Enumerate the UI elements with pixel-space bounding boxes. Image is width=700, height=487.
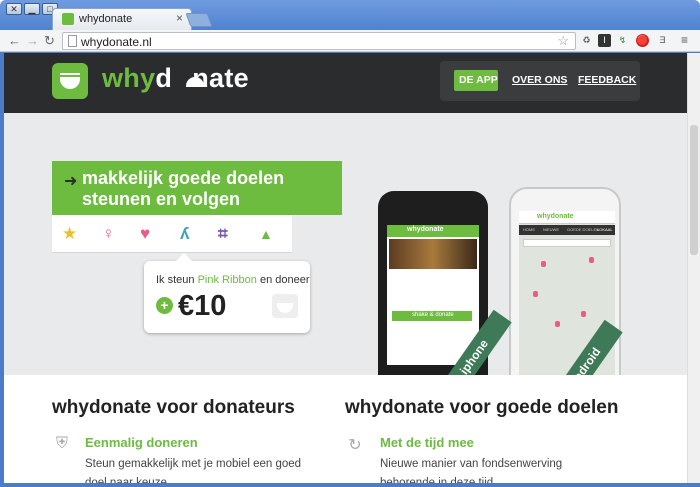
minimize-window-button[interactable]: ▁ [24,3,40,15]
android-tab-goede-doelen: GOEDE DOELEN [567,227,600,232]
star-icon: ★ [62,224,78,243]
menu-icon[interactable]: ≡ [678,34,691,47]
url-text: whydonate.nl [81,35,152,49]
android-app-title: whydonate [537,213,574,220]
tree-icon: ▲ [259,226,273,242]
donation-prefix: Ik steun [156,274,198,286]
arrow-right-icon: ➜ [64,173,78,190]
nav-item-over-ons[interactable]: OVER ONS [512,74,567,86]
frame-icon: ⌗ [218,224,228,243]
reload-icon[interactable]: ↻ [44,33,55,49]
giraffe-icon: ʎ [180,224,190,243]
feature-title-tijd: Met de tijd mee [380,435,474,450]
close-window-button[interactable]: ✕ [6,3,22,15]
logo-nate: nate [192,63,249,93]
map-pin-icon [555,321,560,327]
nav-item-feedback[interactable]: FEEDBACK [578,74,636,86]
heart-icon: ♥ [140,224,151,243]
person-icon: ♀ [102,224,115,243]
map-pin-icon [533,291,538,297]
map-pin-icon [581,311,586,317]
shake-donate-button: shake & donate [412,312,454,318]
feature-text-tijd: Nieuwe manier van fondsenwerving behoren… [380,458,563,483]
donation-bubble: Ik steun Pink Ribbon en doneer + €10 [144,253,310,333]
android-search [523,239,611,247]
whydonate-mini-icon [272,294,298,318]
donation-amount: €10 [178,290,227,322]
back-icon[interactable]: ← [8,33,21,48]
android-tab-home: HOME [523,227,535,232]
title-bar: ✕ ▁ □ whydonate × [0,0,700,30]
hero-headline-1: makkelijk goede doelen [82,168,285,188]
android-tabs: HOME NIEUWE GOEDE DOELEN LOKAAL [519,225,615,235]
scrollbar-thumb[interactable] [690,125,698,255]
shield-plus-icon: ⛨ [55,435,68,452]
nav-item-de-app[interactable]: DE APP [454,70,498,91]
favicon-icon [62,13,74,25]
new-tab-button[interactable] [185,13,213,27]
tab-close-icon[interactable]: × [176,11,183,25]
hero-section: ➜ makkelijk goede doelen steunen en volg… [4,113,687,415]
tab-title: whydonate [79,13,133,25]
map-pin-icon [589,257,594,263]
category-icons-row: ★ ♀ ♥ ʎ ⌗ ▲ [52,215,292,253]
features-section: whydonate voor donateurs ⛨ Eenmalig done… [4,375,687,483]
browser-toolbar: ← → ↻ whydonate.nl ☆ ♻ I ↯ 🛑 Ǝ ≡ [0,30,700,52]
browser-tab[interactable]: whydonate × [52,8,192,30]
feature-title-eenmalig: Eenmalig doneren [85,435,198,450]
hero-headline-2: steunen en volgen [82,189,241,209]
main-nav: DE APP OVER ONS FEEDBACK [440,61,640,101]
logo-text[interactable]: whyd nate [102,63,249,94]
window-controls: ✕ ▁ □ [6,3,58,15]
page-icon [68,35,77,47]
iphone-screen: whydonate shake & donate [387,225,479,365]
feature-text-eenmalig: Steun gemakkelijk met je mobiel een goed… [85,458,302,483]
js-extension-icon[interactable]: ↯ [616,34,629,47]
android-tab-lokaal: LOKAAL [597,227,613,232]
map-pin-icon [541,261,546,267]
android-tab-nieuwe: NIEUWE [543,227,559,232]
pen-extension-icon[interactable]: Ǝ [656,34,669,47]
bookmark-star-icon[interactable]: ☆ [557,33,569,49]
site-header: whyd nate DE APP OVER ONS FEEDBACK [4,53,687,113]
logo-d: d [155,63,173,93]
hero-banner: ➜ makkelijk goede doelen steunen en volg… [52,161,342,215]
adblock-extension-icon[interactable]: 🛑 [636,34,649,47]
nav-label: DE APP [459,74,498,86]
address-bar[interactable]: whydonate.nl ☆ [62,32,576,50]
donation-text: Ik steun Pink Ribbon en doneer [156,274,310,286]
recycle-extension-icon[interactable]: ♻ [580,34,593,47]
logo-why: why [102,63,156,93]
refresh-icon: ↻ [348,437,362,454]
charity-name: Pink Ribbon [197,274,257,286]
web-page: whyd nate DE APP OVER ONS FEEDBACK ➜ makk… [4,53,687,483]
iphone-app-title: whydonate [407,226,444,233]
instapaper-extension-icon[interactable]: I [598,34,611,47]
donors-title: whydonate voor donateurs [52,397,295,418]
tiger-image [389,239,477,269]
page-scrollbar[interactable] [687,53,700,483]
logo-icon[interactable] [52,63,88,99]
charities-title: whydonate voor goede doelen [345,397,619,418]
forward-icon[interactable]: → [26,33,39,48]
donation-suffix: en doneer [256,274,310,286]
plus-icon: + [156,297,173,314]
